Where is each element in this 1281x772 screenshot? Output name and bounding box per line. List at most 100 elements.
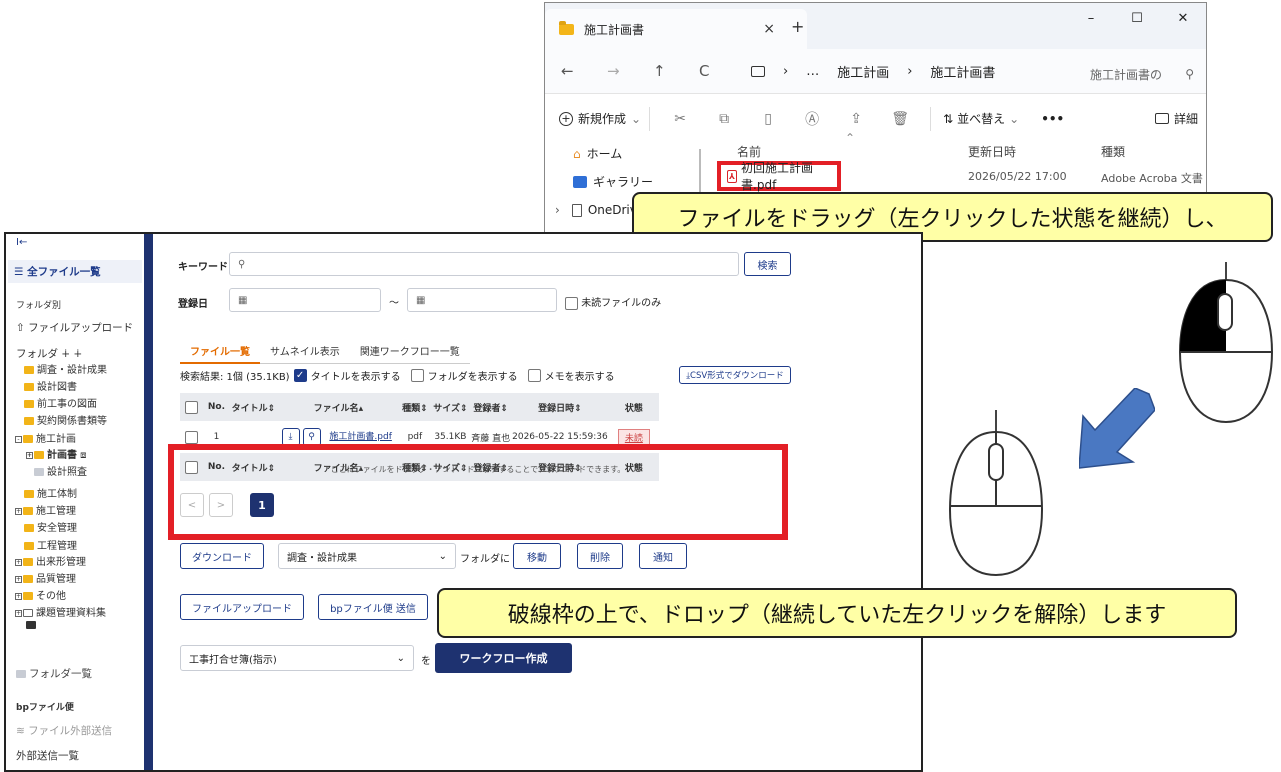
folder-item[interactable]: + その他 [15,587,66,602]
column-title[interactable]: タイトル⇕ [229,393,278,421]
workflow-select[interactable]: 工事打合せ簿(指示) ⌄ [180,645,414,671]
unread-only-filter[interactable]: 未読ファイルのみ [565,294,661,310]
file-item-pdf[interactable]: ⅄ 初回施工計画書.pdf [717,161,841,192]
sidebar-item-external-list[interactable]: 外部送信一覧 [16,748,79,763]
unread-only-checkbox[interactable] [565,296,578,310]
folder-open-icon [34,451,44,459]
search-icon: ⚲ [238,258,246,270]
address-bar[interactable]: › … 施工計画 › 施工計画書 [751,62,995,81]
keyword-input[interactable]: ⚲ [229,252,739,276]
column-type[interactable]: 種類 [1101,143,1125,160]
nav-onedrive-label: OneDriv [587,203,637,217]
sort-button[interactable]: ⇅ 並べ替え ⌄ [943,110,1019,127]
notify-button[interactable]: 通知 [639,543,687,569]
drop-zone[interactable]: ここにファイルをドラッグ・アンド・ドロップすることでアップロードできます。 [168,444,788,540]
folder-item[interactable]: 設計図書 [24,378,77,393]
folder-label: 安全管理 [37,523,77,534]
cut-icon[interactable]: ✂ [658,111,702,127]
nav-home[interactable]: ⌂ ホーム [573,145,622,162]
download-button[interactable]: ダウンロード [180,543,264,569]
copy-icon[interactable]: ⧉ [702,111,746,127]
bp-send-button[interactable]: bpファイル便 送信 [318,594,428,620]
folder-label: 契約関係書類等 [37,416,107,427]
nav-gallery[interactable]: ギャラリー [573,173,653,190]
maximize-icon[interactable]: ☐ [1114,3,1160,35]
folder-item[interactable]: + 施工管理 [15,502,76,517]
folder-item-selected[interactable]: + 計画書 ⧈ [26,446,87,461]
share-icon[interactable]: ⇪ [834,111,878,127]
workflow-create-button[interactable]: ワークフロー作成 [435,643,572,673]
date-from-input[interactable]: ▦ [229,288,381,312]
folder-item[interactable]: 設計照査 [34,463,87,478]
folder-badge-icon: ⧈ [77,450,87,461]
folder-item[interactable]: 契約関係書類等 [24,412,107,427]
path-ellipsis[interactable]: … [806,64,819,79]
folder-item[interactable]: + 課題管理資料集 [15,604,106,619]
close-window-icon[interactable]: ✕ [1160,3,1206,35]
sidebar-item-file-upload[interactable]: ⇧ ファイルアップロード [16,320,133,335]
folder-item[interactable]: 工程管理 [24,537,77,552]
tab-file-list[interactable]: ファイル一覧 [180,341,260,364]
explorer-tab[interactable]: 施工計画書 × [545,9,807,49]
folder-tree-header[interactable]: フォルダ ∔ ∔ [16,346,82,361]
paste-icon[interactable]: ▯ [746,111,790,127]
column-owner[interactable]: 登録者⇕ [470,393,512,421]
file-upload-button[interactable]: ファイルアップロード [180,594,304,620]
show-title-checkbox[interactable]: ✓ [293,369,307,382]
nav-onedrive[interactable]: › OneDriv [555,203,637,217]
column-name[interactable]: 名前 [737,143,761,160]
add-folder-icon[interactable] [26,620,39,631]
path-segment[interactable]: 施工計画 [837,62,889,81]
delete-button[interactable]: 削除 [577,543,623,569]
collapse-sidebar-icon[interactable]: I← [16,237,27,248]
search-button[interactable]: 検索 [744,252,791,276]
row-checkbox[interactable] [185,430,199,444]
folder-item[interactable]: + 出来形管理 [15,553,86,568]
folder-icon [23,592,33,600]
details-button[interactable]: 詳細 [1154,110,1198,127]
new-button[interactable]: + 新規作成 ⌄ [559,110,641,127]
select-all-checkbox[interactable] [185,400,199,414]
calendar-icon: ▦ [238,294,248,306]
chevron-right-icon: › [555,203,560,217]
column-filename[interactable]: ファイル名▴ [277,393,400,421]
forward-icon[interactable]: → [607,62,653,80]
up-icon[interactable]: ↑ [653,62,699,80]
folder-item-expanded[interactable]: - 施工計画 [15,430,76,445]
date-to-input[interactable]: ▦ [407,288,557,312]
column-size[interactable]: サイズ⇕ [430,393,471,421]
tab-related-workflow[interactable]: 関連ワークフロー一覧 [349,341,470,364]
refresh-icon[interactable]: C [699,62,745,80]
minimize-icon[interactable]: – [1068,3,1114,35]
sidebar-item-all-files[interactable]: ☰ 全ファイル一覧 [8,260,142,283]
status-badge[interactable]: 未読 [617,428,650,446]
show-folder-checkbox[interactable] [410,369,424,382]
column-modified[interactable]: 更新日時 [968,143,1016,160]
csv-download-button[interactable]: ⤓CSV形式でダウンロード [679,366,791,384]
column-kind[interactable]: 種類⇕ [399,393,431,421]
tab-thumbnail[interactable]: サムネイル表示 [260,341,350,364]
new-tab-icon[interactable]: + [791,17,804,36]
close-tab-icon[interactable]: × [763,21,775,37]
expand-icon: + [15,592,22,600]
folder-item[interactable]: 施工体制 [24,485,77,500]
sidebar-item-external-send[interactable]: ≋ ファイル外部送信 [16,723,112,738]
file-link[interactable]: 施工計画書.pdf [329,432,391,442]
column-no[interactable]: No. [203,393,230,421]
more-button[interactable]: ••• [1041,112,1064,126]
back-icon[interactable]: ← [561,62,607,80]
folder-item[interactable]: + 品質管理 [15,570,76,585]
move-button[interactable]: 移動 [513,543,561,569]
column-date[interactable]: 登録日時⇕ [511,393,609,421]
file-type: Adobe Acroba 文書 [1101,172,1203,185]
delete-icon[interactable]: 🗑 [878,111,922,127]
path-segment[interactable]: 施工計画書 [930,62,995,81]
rename-icon[interactable]: Ⓐ [790,109,834,129]
explorer-search[interactable]: 施工計画書の ⚲ [1078,59,1206,89]
folder-item[interactable]: 安全管理 [24,519,77,534]
folder-select[interactable]: 調査・設計成果 ⌄ [278,543,456,569]
folder-item[interactable]: 前工事の図面 [24,395,97,410]
show-memo-checkbox[interactable] [527,369,541,382]
folder-item[interactable]: 調査・設計成果 [24,361,107,376]
sidebar-item-folder-list[interactable]: フォルダ一覧 [16,666,92,681]
